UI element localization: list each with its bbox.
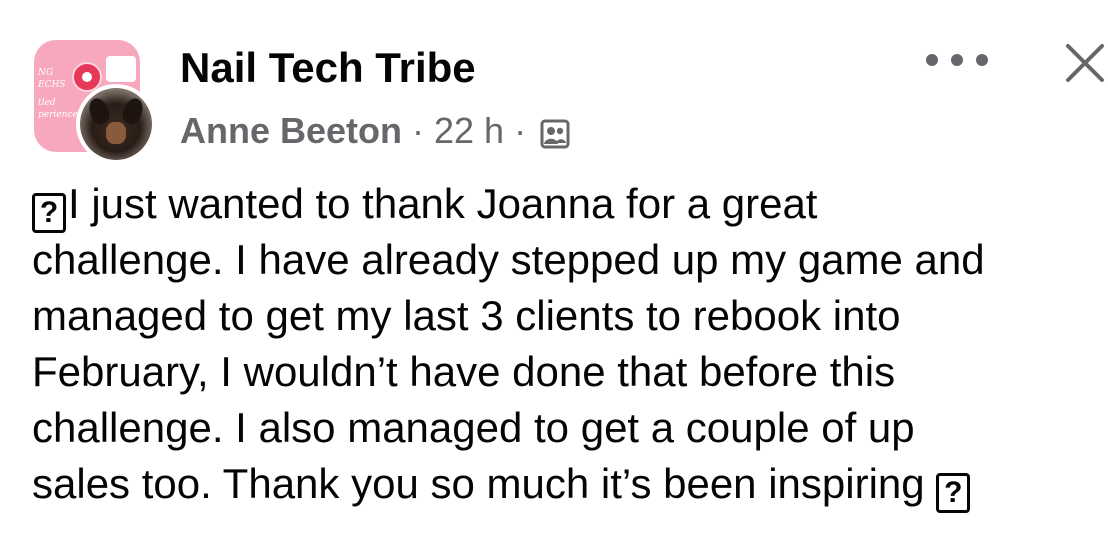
group-logo-card — [106, 56, 136, 82]
post-text-line: managed to get my last 3 clients to rebo… — [32, 292, 901, 339]
meta-separator-2: · — [514, 110, 527, 151]
more-dot-3 — [976, 54, 988, 66]
group-name-link[interactable]: Nail Tech Tribe — [180, 44, 476, 92]
avatar-dog-ear-right — [120, 95, 146, 127]
post-text-line: I just wanted to thank Joanna for a grea… — [68, 180, 818, 227]
post-body: ? I just wanted to thank Joanna for a gre… — [32, 176, 1108, 513]
post-text-line: sales too. Thank you so much it’s been i… — [32, 460, 925, 507]
more-dot-2 — [951, 54, 963, 66]
author-avatar-photo — [80, 88, 152, 160]
group-members-icon — [540, 116, 570, 149]
close-icon — [1066, 44, 1104, 82]
group-avatar-text-4: perience! — [38, 110, 82, 120]
post-meta: Anne Beeton · 22 h · — [180, 110, 570, 152]
more-dots-icon — [926, 54, 938, 66]
post-timestamp[interactable]: 22 h — [434, 110, 504, 152]
post-text-line: challenge. I also managed to get a coupl… — [32, 404, 915, 451]
missing-emoji-icon: ? — [936, 473, 971, 513]
post-body-line-1: ? I just wanted to thank Joanna for a gre… — [32, 176, 1108, 233]
close-button[interactable] — [1062, 40, 1108, 86]
post-text-line: challenge. I have already stepped up my … — [32, 236, 985, 283]
group-avatar-text-3: tled — [38, 98, 56, 108]
avatar-dog-ear-left — [86, 95, 112, 127]
avatar-dog-snout — [106, 122, 126, 144]
more-options-button[interactable] — [926, 40, 988, 80]
author-name-link[interactable]: Anne Beeton — [180, 110, 402, 152]
author-avatar[interactable] — [76, 84, 156, 164]
missing-emoji-icon: ? — [32, 193, 66, 233]
post-body-line-6: sales too. Thank you so much it’s been i… — [32, 456, 1108, 513]
meta-separator-1: · — [412, 110, 425, 151]
post-card: NG ECHS tled perience! Nail Tech Tribe A… — [0, 0, 1108, 554]
post-text-line: February, I wouldn’t have done that befo… — [32, 348, 896, 395]
group-avatar-text-1: NG — [38, 68, 54, 78]
group-avatar-text-2: ECHS — [38, 80, 66, 90]
